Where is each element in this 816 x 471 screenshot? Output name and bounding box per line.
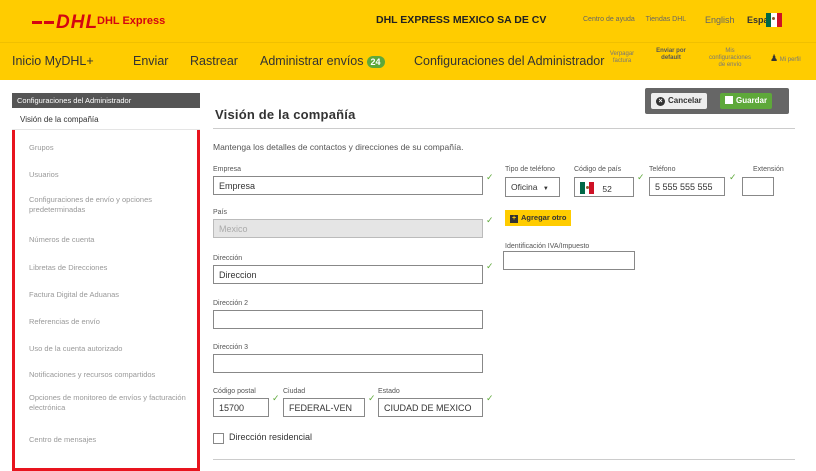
top-links: Centro de ayuda Tiendas DHL [583,16,695,23]
nav-home[interactable]: Inicio MyDHL+ [12,54,94,68]
brand-name: DHL Express [97,15,166,27]
state-label: Estado [378,388,400,395]
view-invoice-link[interactable]: Verpagar factura [606,51,638,65]
phone-label: Teléfono [649,166,676,173]
sidebar-list: Grupos Usuarios Configuraciones de envío… [12,130,200,471]
address2-input[interactable] [213,310,483,329]
country-valid-icon: ✓ [486,215,494,225]
cancel-button[interactable]: × Cancelar [651,93,707,109]
action-bar: × Cancelar Guardar [645,88,789,114]
bottom-divider [213,459,795,460]
add-other-button[interactable]: + Agregar otro [505,210,572,226]
address3-input[interactable] [213,354,483,373]
plus-icon: + [510,215,518,223]
page-description: Mantenga los detalles de contactos y dir… [213,142,464,152]
manage-count-badge: 24 [366,56,385,68]
tax-id-label: Identificación IVA/Impuesto [505,243,590,250]
admin-sidebar: Configuraciones del Administrador Visión… [12,93,200,471]
nav-manage-label: Administrar envíos [260,54,364,68]
nav-manage[interactable]: Administrar envíos 24 [260,54,385,68]
ship-default-link[interactable]: Enviar por default [656,48,686,62]
phone-input[interactable]: 5 555 555 555 [649,177,725,196]
residential-checkbox[interactable] [213,433,224,444]
sidebar-item-account-numbers[interactable]: Números de cuenta [29,235,94,245]
address2-label: Dirección 2 [213,300,249,307]
ship-settings-link[interactable]: Mis configuraciones de envío [708,48,752,69]
dhl-stores-link[interactable]: Tiendas DHL [646,16,687,23]
sidebar-item-shipping-settings[interactable]: Configuraciones de envío y opciones pred… [29,195,189,215]
tax-id-input[interactable] [503,251,635,270]
nav-admin[interactable]: Configuraciones del Administrador [414,54,604,68]
phone-type-label: Tipo de teléfono [505,166,555,173]
address3-label: Dirección 3 [213,344,249,351]
country-code-field[interactable]: 52 [574,177,634,197]
sidebar-item-message-center[interactable]: Centro de mensajes [29,435,96,445]
sidebar-item-monitoring-options[interactable]: Opciones de monitoreo de envíos y factur… [29,393,189,413]
country-label: País [213,209,228,216]
main-nav: Inicio MyDHL+ Enviar Rastrear Administra… [0,42,816,80]
profile-link[interactable]: ♟ Mi perfil [770,53,816,64]
company-name: DHL EXPRESS MEXICO SA DE CV [376,14,547,26]
sidebar-item-customs-invoice[interactable]: Factura Digital de Aduanas [29,290,119,300]
nav-send[interactable]: Enviar [133,54,168,68]
sidebar-item-company-overview[interactable]: Visión de la compañía [12,108,200,130]
country-input[interactable]: Mexico [213,219,483,238]
postal-code-label: Código postal [213,388,256,395]
company-input[interactable]: Empresa [213,176,483,195]
city-valid-icon: ✓ [368,393,376,403]
company-valid-icon: ✓ [486,172,494,182]
address-valid-icon: ✓ [486,261,494,271]
city-label: Ciudad [283,388,306,395]
city-input[interactable]: FEDERAL-VEN [283,398,365,417]
sidebar-header: Configuraciones del Administrador [12,93,200,108]
phone-valid-icon: ✓ [729,172,737,182]
sidebar-item-address-books[interactable]: Libretas de Direcciones [29,263,107,273]
page-title: Visión de la compañía [215,107,356,122]
residential-label: Dirección residencial [229,432,313,442]
sidebar-item-groups[interactable]: Grupos [29,143,54,153]
postal-valid-icon: ✓ [272,393,280,403]
save-icon [725,96,733,104]
address-label: Dirección [213,255,243,262]
sidebar-item-shipment-references[interactable]: Referencias de envío [29,317,100,327]
country-code-valid-icon: ✓ [637,172,645,182]
save-button[interactable]: Guardar [720,93,773,109]
sidebar-item-authorized-account-use[interactable]: Uso de la cuenta autorizado [29,344,122,354]
title-divider [213,128,795,129]
sidebar-item-notifications[interactable]: Notificaciones y recursos compartidos [29,370,155,380]
state-input[interactable]: CIUDAD DE MEXICO [378,398,483,417]
dhl-logo[interactable]: DHL [32,12,98,34]
country-code-label: Código de país [574,166,622,173]
user-icon: ♟ [770,53,779,63]
state-valid-icon: ✓ [486,393,494,403]
help-center-link[interactable]: Centro de ayuda [583,16,635,23]
phone-type-select[interactable]: Oficina ▼ [505,177,560,197]
nav-track[interactable]: Rastrear [190,54,238,68]
sidebar-item-users[interactable]: Usuarios [29,170,59,180]
company-label: Empresa [213,166,242,173]
dropdown-caret-icon: ▼ [542,186,549,192]
mexico-flag-icon [766,13,782,27]
extension-label: Extensión [753,166,784,173]
postal-code-input[interactable]: 15700 [213,398,269,417]
top-header: DHL DHL Express DHL EXPRESS MEXICO SA DE… [0,0,816,42]
lang-english[interactable]: English [705,15,735,25]
mexico-flag-icon [580,182,595,194]
cancel-icon: × [656,97,665,106]
extension-input[interactable] [742,177,774,196]
address-input[interactable]: Direccion [213,265,483,284]
